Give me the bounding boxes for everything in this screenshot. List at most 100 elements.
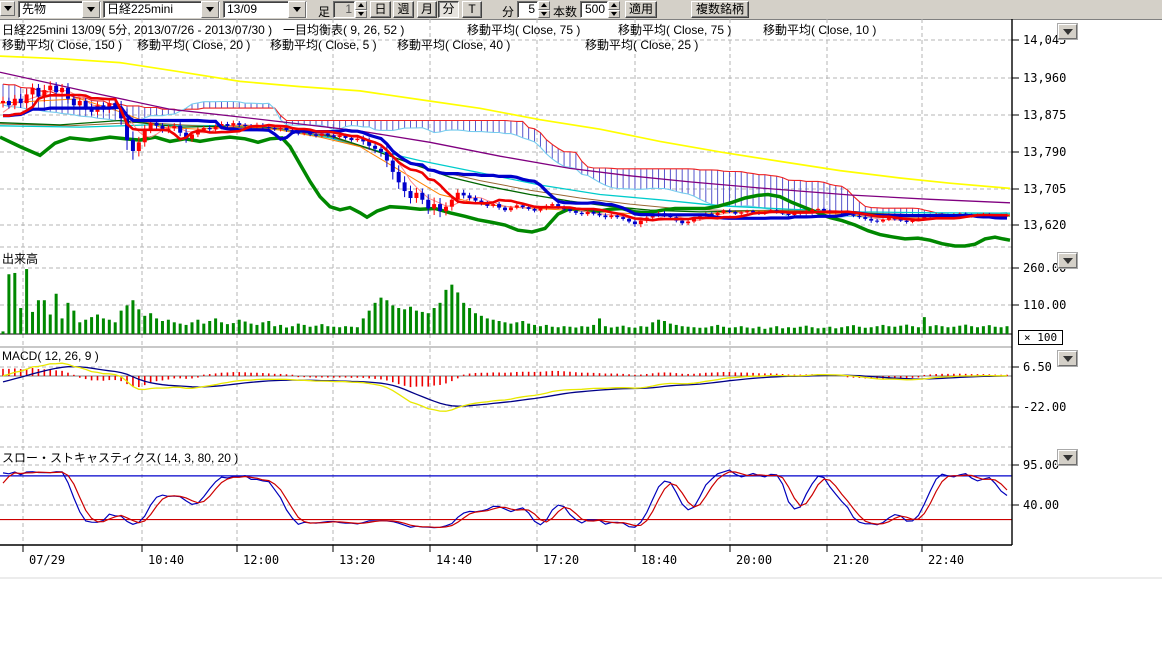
volume-bar — [19, 308, 22, 334]
volume-bar — [698, 328, 701, 334]
volume-bar — [37, 300, 40, 334]
volume-bar — [645, 327, 648, 334]
volume-bar — [49, 315, 52, 334]
y-axis-label: 13,875 — [1023, 108, 1066, 122]
volume-bar — [13, 273, 16, 334]
candle-body — [686, 222, 690, 224]
candle-body — [468, 195, 472, 198]
volume-bar — [190, 322, 193, 334]
candle-body — [491, 204, 495, 206]
volume-bar — [356, 327, 359, 334]
legend-entry: 移動平均( Close, 40 ) — [397, 36, 510, 53]
volume-bar — [173, 322, 176, 334]
collapse-panel-button[interactable] — [1058, 450, 1077, 465]
volume-bar — [864, 328, 867, 334]
volume-bar — [474, 313, 477, 334]
volume-bar — [876, 326, 879, 334]
volume-bar — [320, 324, 323, 334]
volume-bar — [675, 325, 678, 334]
candle-body — [716, 213, 720, 215]
candle-body — [615, 215, 619, 217]
volume-bar — [126, 305, 129, 334]
x-axis-label: 07/29 — [29, 553, 65, 567]
candle-body — [231, 123, 235, 126]
candle-body — [598, 214, 602, 216]
volume-bar — [539, 326, 542, 334]
volume-bar — [267, 321, 270, 334]
volume-bar — [663, 321, 666, 334]
candle-body — [72, 99, 76, 106]
volume-bar — [563, 326, 566, 334]
candle-body — [727, 211, 731, 212]
volume-bar — [66, 303, 69, 334]
candle-body — [822, 209, 826, 211]
volume-bar — [822, 328, 825, 334]
volume-bar — [332, 327, 335, 334]
volume-bar — [108, 320, 111, 334]
volume-bar — [858, 327, 861, 334]
collapse-panel-button[interactable] — [1058, 351, 1077, 366]
volume-bar — [899, 326, 902, 334]
candle-body — [279, 128, 283, 129]
candle-body — [538, 208, 542, 210]
volume-bar — [25, 269, 28, 334]
volume-bar — [427, 313, 430, 334]
volume-bar — [946, 327, 949, 334]
candle-body — [66, 88, 70, 99]
volume-bar — [279, 325, 282, 334]
volume-bar — [179, 324, 182, 334]
candle-body — [533, 209, 537, 211]
volume-bar — [881, 325, 884, 334]
candle-body — [863, 217, 867, 219]
volume-bar — [610, 328, 613, 334]
y-axis-label: 13,705 — [1023, 182, 1066, 196]
volume-bar — [214, 318, 217, 334]
chikou-line — [0, 137, 1010, 246]
candle-body — [633, 222, 637, 225]
volume-bar — [379, 298, 382, 334]
volume-bar — [439, 303, 442, 334]
volume-bar — [232, 323, 235, 334]
chart-canvas[interactable] — [0, 0, 1162, 646]
volume-bar — [309, 327, 312, 334]
collapse-panel-button[interactable] — [1058, 253, 1077, 268]
volume-bar — [935, 325, 938, 334]
volume-bar — [368, 311, 371, 334]
candle-body — [733, 212, 737, 214]
volume-bar — [941, 326, 944, 334]
legend-entry: 移動平均( Close, 5 ) — [270, 36, 377, 53]
volume-bar — [893, 327, 896, 334]
candle-body — [857, 216, 861, 217]
legend-entry: 移動平均( Close, 150 ) — [2, 36, 122, 53]
volume-bar — [291, 326, 294, 334]
candle-body — [869, 219, 873, 221]
collapse-panel-button[interactable] — [1058, 24, 1077, 39]
volume-bar — [852, 325, 855, 334]
candle-body — [515, 205, 519, 207]
volume-bar — [143, 316, 146, 334]
volume-bar — [498, 321, 501, 334]
volume-bar — [273, 326, 276, 334]
candle-body — [503, 208, 507, 211]
volume-bar — [155, 318, 158, 334]
y-axis-label: 13,960 — [1023, 71, 1066, 85]
x-axis-label: 21:20 — [833, 553, 869, 567]
volume-bar — [315, 326, 318, 334]
volume-bar — [397, 308, 400, 334]
volume-bar — [226, 324, 229, 334]
candle-body — [473, 198, 477, 201]
candle-body — [273, 128, 277, 129]
legend-entry: 移動平均( Close, 20 ) — [137, 36, 250, 53]
volume-bar — [834, 328, 837, 334]
candle-body — [875, 221, 879, 222]
volume-bar — [303, 325, 306, 334]
volume-bar — [557, 327, 560, 334]
volume-bar — [545, 325, 548, 334]
candle-body — [137, 142, 141, 151]
y-axis-label: -22.00 — [1023, 400, 1066, 414]
volume-bar — [580, 326, 583, 334]
candle-body — [438, 204, 442, 211]
volume-bar — [622, 326, 625, 334]
volume-bar — [480, 316, 483, 334]
volume-bar — [78, 322, 81, 334]
